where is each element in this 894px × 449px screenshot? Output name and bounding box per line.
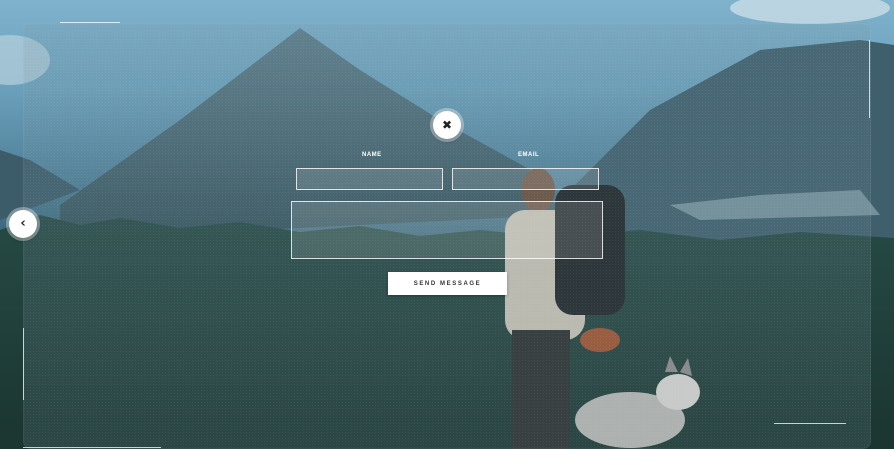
decorative-line-bottom-right	[774, 423, 846, 424]
decorative-line-right	[869, 40, 870, 118]
decorative-line-bottom-left	[23, 447, 161, 448]
send-message-button[interactable]: SEND MESSAGE	[388, 272, 507, 295]
close-button[interactable]: ✖	[433, 111, 461, 139]
close-icon: ✖	[441, 118, 453, 132]
email-input[interactable]	[452, 168, 599, 190]
message-textarea[interactable]	[291, 201, 603, 259]
chevron-left-icon: ‹	[20, 216, 26, 231]
email-label: EMAIL	[518, 152, 540, 158]
back-button[interactable]: ‹	[9, 210, 37, 238]
decorative-line-top	[60, 22, 120, 23]
decorative-line-left	[23, 328, 24, 400]
name-input[interactable]	[296, 168, 443, 190]
name-label: NAME	[362, 152, 382, 158]
